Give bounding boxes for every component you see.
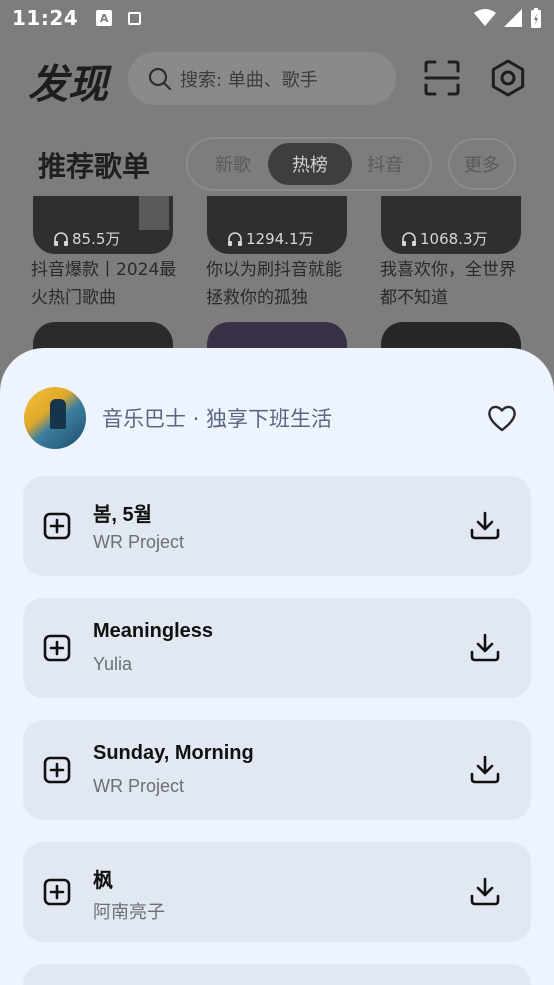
song-name: 봄, 5월 bbox=[93, 504, 153, 526]
notification-a-icon: A bbox=[96, 10, 113, 26]
song-row[interactable]: 枫 阿南亮子 bbox=[23, 842, 531, 942]
download-icon[interactable] bbox=[467, 752, 503, 788]
playlist-title[interactable]: 我喜欢你，全世界都不知道 bbox=[380, 256, 530, 312]
tab-hot-chart[interactable]: 热榜 bbox=[268, 143, 352, 185]
play-count: 85.5万 bbox=[53, 228, 120, 249]
more-button[interactable]: 更多 bbox=[448, 138, 516, 190]
playlist-title[interactable]: 你以为刷抖音就能拯救你的孤独 bbox=[206, 256, 356, 312]
headphones-icon bbox=[54, 231, 68, 246]
download-icon[interactable] bbox=[467, 874, 503, 910]
status-bar: 11:24 A bbox=[0, 0, 554, 36]
heart-favorite-icon[interactable] bbox=[486, 402, 518, 434]
search-input[interactable]: 搜索: 单曲、歌手 bbox=[128, 52, 396, 105]
playlist-title[interactable]: 抖音爆款丨2024最火热门歌曲 bbox=[31, 256, 181, 312]
download-icon[interactable] bbox=[467, 630, 503, 666]
song-artist: Yulia bbox=[93, 654, 133, 674]
play-count: 1294.1万 bbox=[227, 228, 314, 249]
song-name: Meaningless bbox=[93, 620, 214, 642]
signal-icon bbox=[504, 9, 522, 27]
tab-douyin[interactable]: 抖音 bbox=[352, 143, 418, 185]
song-artist: WR Project bbox=[93, 532, 185, 552]
notification-square-icon bbox=[128, 11, 142, 25]
wifi-icon bbox=[474, 9, 496, 26]
playlist-card[interactable]: 85.5万 bbox=[33, 196, 173, 254]
avatar bbox=[24, 387, 86, 449]
play-count: 1068.3万 bbox=[401, 228, 488, 249]
playlist-cover-art bbox=[139, 196, 169, 230]
sheet-title: 音乐巴士 · 独享下班生活 bbox=[102, 407, 333, 431]
playlist-card[interactable]: 1068.3万 bbox=[381, 196, 521, 254]
add-to-playlist-icon[interactable] bbox=[41, 632, 73, 664]
song-artist: 阿南亮子 bbox=[93, 902, 165, 922]
add-to-playlist-icon[interactable] bbox=[41, 876, 73, 908]
song-row[interactable]: Sunday, Morning WR Project bbox=[23, 720, 531, 820]
headphones-icon bbox=[402, 231, 416, 246]
playlist-card[interactable]: 1294.1万 bbox=[207, 196, 347, 254]
status-time: 11:24 bbox=[12, 6, 79, 30]
tab-new-songs[interactable]: 新歌 bbox=[200, 143, 266, 185]
song-row[interactable] bbox=[23, 964, 531, 985]
song-name: Sunday, Morning bbox=[93, 742, 254, 764]
add-to-playlist-icon[interactable] bbox=[41, 754, 73, 786]
headphones-icon bbox=[228, 231, 242, 246]
add-to-playlist-icon[interactable] bbox=[41, 510, 73, 542]
song-artist: WR Project bbox=[93, 776, 185, 796]
scan-icon[interactable] bbox=[422, 58, 462, 98]
section-title: 推荐歌单 bbox=[38, 150, 151, 183]
search-icon bbox=[148, 67, 172, 90]
battery-icon bbox=[531, 8, 541, 28]
song-row[interactable]: 봄, 5월 WR Project bbox=[23, 476, 531, 576]
page-title: 发现 bbox=[28, 62, 108, 108]
download-icon[interactable] bbox=[467, 508, 503, 544]
song-row[interactable]: Meaningless Yulia bbox=[23, 598, 531, 698]
sheet-header: 音乐巴士 · 独享下班生活 bbox=[24, 387, 530, 449]
settings-gear-icon[interactable] bbox=[488, 58, 528, 98]
song-name: 枫 bbox=[93, 870, 113, 892]
search-placeholder: 搜索: 单曲、歌手 bbox=[180, 69, 318, 91]
